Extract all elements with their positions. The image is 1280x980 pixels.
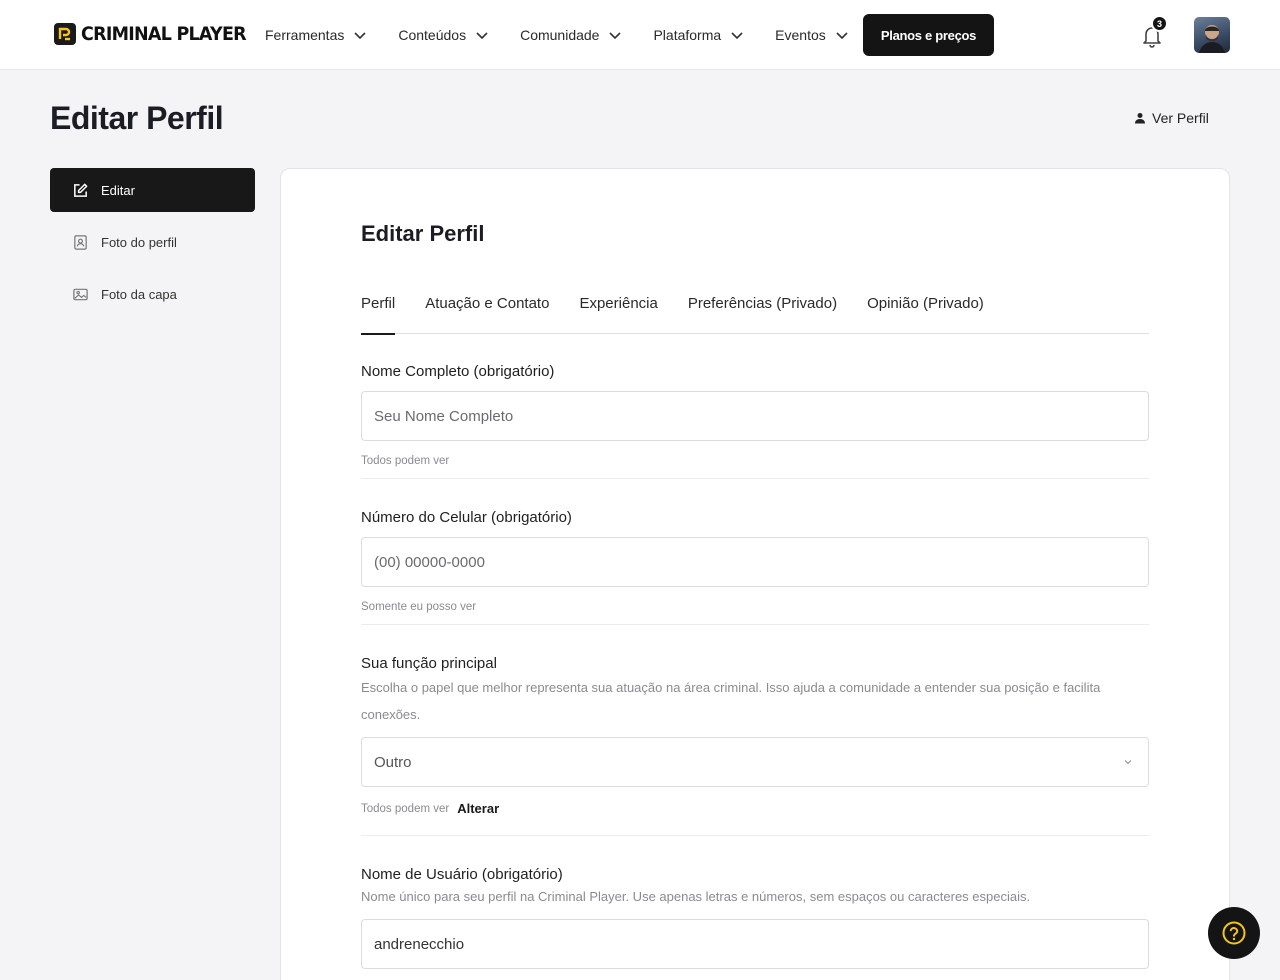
top-navbar: CRIMINAL PLAYER Ferramentas Conteúdos Co… [0, 0, 1280, 70]
tab-preferencias[interactable]: Preferências (Privado) [688, 281, 837, 334]
profile-tabs: Perfil Atuação e Contato Experiência Pre… [361, 281, 1149, 335]
notification-count-badge: 3 [1151, 15, 1168, 32]
portrait-icon [74, 234, 87, 250]
chevron-down-icon [354, 32, 366, 40]
nav-item-comunidade[interactable]: Comunidade [520, 27, 623, 43]
username-description: Nome único para seu perfil na Criminal P… [361, 889, 1031, 904]
username-input[interactable] [361, 919, 1149, 969]
username-field-group: Nome de Usuário (obrigatório) Nome único… [361, 866, 1149, 969]
nav-item-label: Plataforma [653, 27, 722, 43]
role-description: Escolha o papel que melhor representa su… [361, 680, 1101, 722]
role-select[interactable]: Outro [361, 737, 1149, 787]
chevron-down-icon [1124, 760, 1132, 765]
edit-profile-card: Editar Perfil Perfil Atuação e Contato E… [280, 168, 1230, 980]
tab-opiniao[interactable]: Opinião (Privado) [867, 281, 984, 334]
nav-item-label: Eventos [775, 27, 826, 43]
nav-item-eventos[interactable]: Eventos [775, 27, 850, 43]
nav-item-ferramentas[interactable]: Ferramentas [265, 27, 368, 43]
avatar-photo [1199, 25, 1225, 53]
image-icon [73, 288, 88, 300]
sidebar-item-label: Editar [101, 182, 135, 198]
logo-mark-icon [54, 23, 76, 45]
role-field-group: Sua função principal Escolha o papel que… [361, 655, 1149, 816]
tab-experiencia[interactable]: Experiência [579, 281, 657, 334]
nav-item-plataforma[interactable]: Plataforma [653, 27, 745, 43]
divider [361, 478, 1149, 479]
sidebar-item-label: Foto da capa [101, 286, 177, 302]
divider [361, 835, 1149, 836]
chevron-down-icon [731, 32, 743, 40]
nav-item-label: Conteúdos [398, 27, 467, 43]
chevron-down-icon [836, 32, 848, 40]
visibility-hint: Somente eu posso ver [361, 601, 477, 613]
settings-sidebar: Editar Foto do perfil Foto da capa [50, 168, 255, 324]
role-label: Sua função principal [361, 655, 497, 672]
tab-perfil[interactable]: Perfil [361, 281, 396, 335]
card-title: Editar Perfil [361, 221, 485, 246]
phone-field-group: Número do Celular (obrigatório) Somente … [361, 509, 1149, 613]
full-name-label: Nome Completo (obrigatório) [361, 363, 555, 380]
nav-item-label: Comunidade [520, 27, 600, 43]
tab-atuacao-contato[interactable]: Atuação e Contato [425, 281, 549, 334]
main-nav: Ferramentas Conteúdos Comunidade Platafo… [265, 0, 880, 70]
nav-item-conteudos[interactable]: Conteúdos [398, 27, 490, 43]
phone-input[interactable] [361, 537, 1149, 587]
full-name-input[interactable] [361, 391, 1149, 441]
sidebar-item-foto-perfil[interactable]: Foto do perfil [50, 220, 255, 264]
phone-label: Número do Celular (obrigatório) [361, 509, 572, 526]
chevron-down-icon [476, 32, 488, 40]
user-avatar[interactable] [1194, 17, 1230, 53]
nav-item-label: Ferramentas [265, 27, 345, 43]
page-title: Editar Perfil [50, 100, 224, 136]
divider [361, 624, 1149, 625]
sidebar-item-label: Foto do perfil [101, 234, 177, 250]
plans-pricing-button[interactable]: Planos e preços [863, 14, 994, 56]
user-icon [1135, 113, 1145, 124]
edit-icon [74, 183, 88, 197]
brand-name: CRIMINAL PLAYER [81, 23, 247, 45]
brand-logo[interactable]: CRIMINAL PLAYER [54, 23, 260, 45]
visibility-hint: Todos podem ver [361, 802, 450, 815]
username-label: Nome de Usuário (obrigatório) [361, 866, 563, 883]
chevron-down-icon [609, 32, 622, 40]
sidebar-item-editar[interactable]: Editar [50, 168, 255, 212]
help-question-icon [1222, 921, 1246, 945]
view-profile-label: Ver Perfil [1152, 110, 1209, 126]
visibility-hint: Todos podem ver [361, 455, 450, 467]
full-name-field-group: Nome Completo (obrigatório) Todos podem … [361, 363, 1149, 467]
role-selected-value: Outro [374, 753, 412, 771]
help-button[interactable] [1208, 907, 1260, 959]
sidebar-item-foto-capa[interactable]: Foto da capa [50, 272, 255, 316]
view-profile-link[interactable]: Ver Perfil [1134, 110, 1209, 126]
change-role-link[interactable]: Alterar [457, 801, 499, 816]
